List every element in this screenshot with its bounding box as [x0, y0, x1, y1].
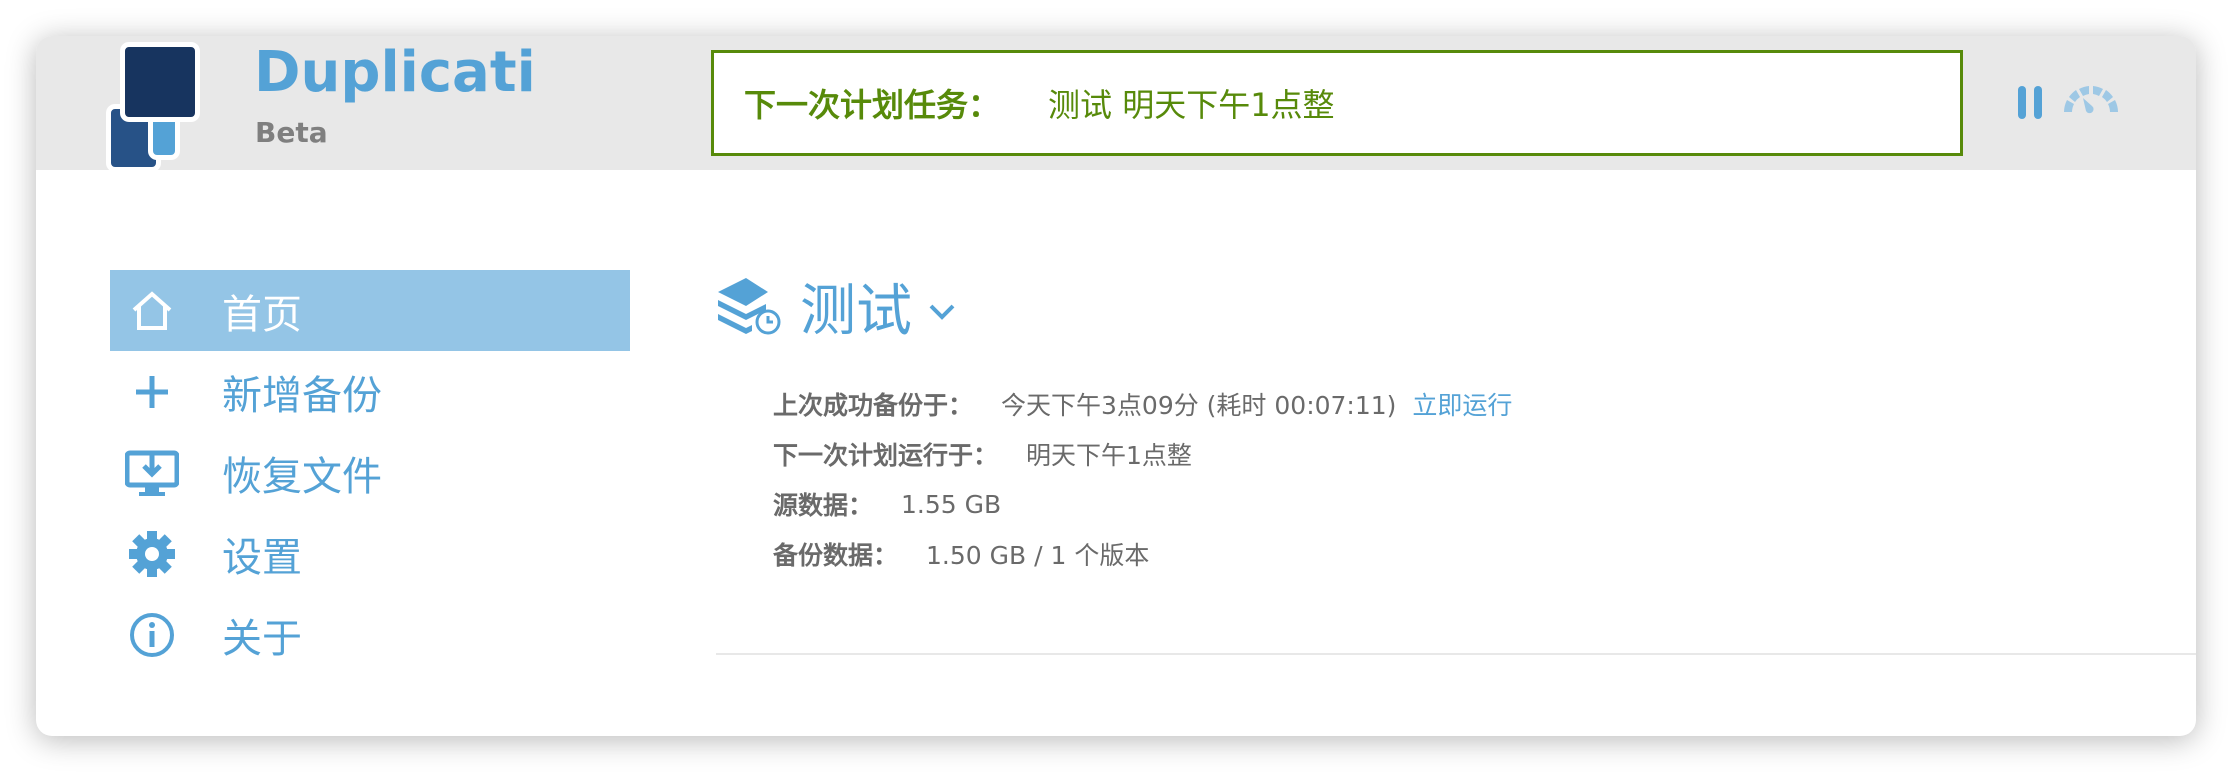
last-success-row: 上次成功备份于： 今天下午3点09分 (耗时 00:07:11) 立即运行	[773, 379, 2196, 429]
sidebar-item-label: 恢复文件	[222, 453, 382, 500]
sidebar: 首页 新增备份 恢复文件 设置 关于	[110, 270, 630, 675]
app-window: Duplicati Beta 下一次计划任务： 测试 明天下午1点整 首页 新增…	[36, 36, 2196, 736]
backup-title[interactable]: 测试	[716, 266, 2196, 347]
backup-stack-icon	[718, 277, 781, 334]
run-now-link[interactable]: 立即运行	[1412, 386, 1512, 422]
pause-button[interactable]	[2018, 86, 2042, 119]
next-run-label: 下一次计划运行于：	[773, 441, 999, 470]
backup-card: 测试 上次成功备份于： 今天下午3点09分 (耗时 00:07:11) 立即运行 下…	[716, 266, 2196, 579]
chevron-down-icon[interactable]	[928, 303, 956, 321]
backup-size-label: 备份数据：	[773, 541, 899, 570]
sidebar-item-restore[interactable]: 恢复文件	[110, 432, 630, 513]
source-size-label: 源数据：	[773, 491, 874, 520]
sidebar-item-label: 新增备份	[222, 372, 382, 419]
duplicati-logo	[106, 42, 208, 172]
info-icon	[124, 612, 180, 658]
sidebar-item-add-backup[interactable]: 新增备份	[110, 351, 630, 432]
next-run-row: 下一次计划运行于： 明天下午1点整	[773, 429, 2196, 479]
backup-details: 上次成功备份于： 今天下午3点09分 (耗时 00:07:11) 立即运行 下一次计…	[773, 379, 2196, 579]
home-icon	[124, 290, 180, 332]
backup-size-value: 1.50 GB / 1 个版本	[926, 541, 1150, 570]
sidebar-item-home[interactable]: 首页	[110, 270, 630, 351]
source-size-value: 1.55 GB	[901, 489, 1002, 519]
header: Duplicati Beta 下一次计划任务： 测试 明天下午1点整	[36, 36, 2196, 172]
brand-name: Duplicati	[254, 40, 536, 105]
last-success-label: 上次成功备份于：	[773, 391, 974, 420]
gear-icon	[124, 530, 180, 578]
backup-size-row: 备份数据： 1.50 GB / 1 个版本	[773, 529, 2196, 579]
sidebar-item-label: 关于	[222, 615, 302, 662]
sidebar-item-label: 首页	[222, 291, 302, 338]
next-run-value: 明天下午1点整	[1026, 441, 1192, 470]
source-size-row: 源数据： 1.55 GB	[773, 479, 2196, 529]
backup-name: 测试	[800, 279, 912, 344]
next-task-banner: 下一次计划任务： 测试 明天下午1点整	[711, 50, 1963, 156]
pause-icon	[2018, 86, 2026, 119]
sidebar-item-settings[interactable]: 设置	[110, 513, 630, 594]
next-task-label: 下一次计划任务：	[744, 86, 1001, 124]
sidebar-item-about[interactable]: 关于	[110, 594, 630, 675]
sidebar-item-label: 设置	[222, 534, 302, 581]
last-success-value: 今天下午3点09分 (耗时 00:07:11)	[1001, 391, 1397, 420]
next-task-value: 测试 明天下午1点整	[1048, 86, 1335, 124]
throttle-gauge-icon[interactable]	[2064, 86, 2118, 114]
restore-monitor-icon	[124, 449, 180, 497]
plus-icon	[124, 372, 180, 412]
edition-label: Beta	[255, 116, 328, 149]
divider	[716, 653, 2196, 655]
